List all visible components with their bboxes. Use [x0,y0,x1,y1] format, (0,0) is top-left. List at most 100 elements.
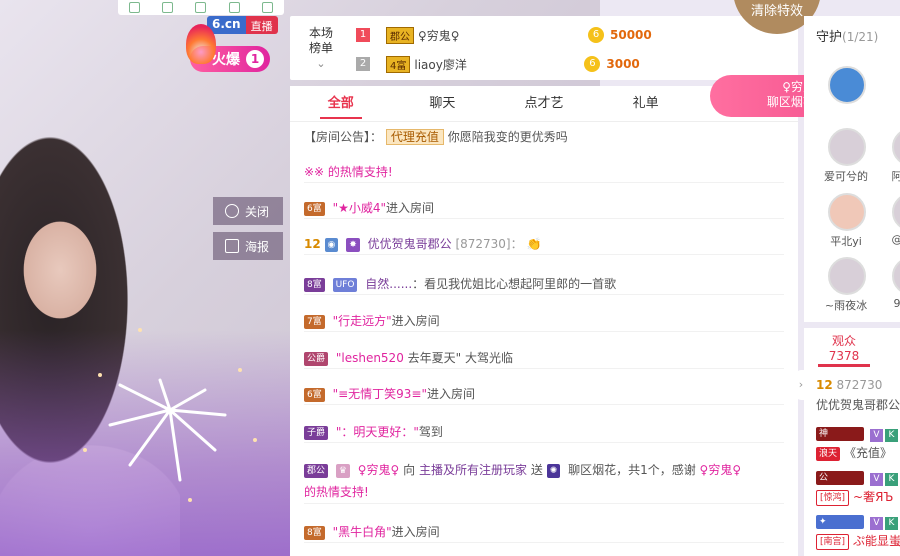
tab-chat[interactable]: 聊天 [392,86,494,121]
noble-badge: 神 [816,426,864,441]
avatar[interactable] [828,66,866,104]
firework-effect [83,328,257,502]
chat-text: 送 [530,463,543,477]
chat-text: 的热情支持! [304,485,369,499]
save-icon[interactable] [195,2,207,13]
audience-row[interactable]: ✦ V K [816,514,898,530]
shrink-icon[interactable] [162,2,174,13]
chat-user-name[interactable]: 优优贺鬼哥郡公 [368,237,452,251]
chat-panel: 全部 聊天 点才艺 礼单 活动 【房间公告】： 代理充值 你愿陪我变的更优秀吗 … [290,86,798,556]
chat-user-name[interactable]: "行走远方" [333,314,392,328]
chat-user-name[interactable]: "≡无情丁笑93≡" [333,387,427,401]
audience-row[interactable]: 公VK [816,470,898,486]
audience-user-name[interactable]: 《充值》 [844,446,892,460]
audience-row[interactable]: 12 872730 [816,378,882,392]
user-id: [872730]： [455,237,523,251]
chat-text: 进入房间 [391,525,440,539]
avatar[interactable] [892,257,900,295]
audience-user-name[interactable]: 优优贺鬼哥郡公 [816,396,900,413]
audience-panel: 观众 7378 12 872730 优优贺鬼哥郡公 神VK 浪天 《充值》 公VK… [804,328,900,556]
family-tag: 浪天 [816,446,841,461]
poster-button[interactable]: 海报 [213,232,283,260]
hot-count: 1 [246,50,264,68]
guardian-count: (1/21) [842,30,879,44]
chat-user-name[interactable]: "★小威4" [333,201,386,215]
chat-user-name[interactable]: 自然...... [365,277,412,291]
avatar[interactable] [828,257,866,295]
user-id: 872730 [836,378,883,392]
audience-row[interactable]: 神VK [816,426,898,442]
hot-badge[interactable]: 火爆 1 [186,24,270,72]
noble-badge: 郡公 [386,26,414,44]
chevron-right-icon[interactable]: › [796,370,806,400]
share-icon[interactable] [228,2,240,13]
list-item: 8富 "黑牛白角"进入房间 [304,522,784,543]
tablet-icon[interactable] [129,2,141,13]
chat-user-name[interactable]: ♀穷鬼♀ [358,463,400,477]
audience-tab[interactable]: 观众 7378 [818,334,870,367]
tab-all[interactable]: 全部 [290,86,392,121]
chat-user-name[interactable]: "leshen520 [336,351,404,365]
wealth-level-badge: 6富 [304,387,325,402]
audience-user-name[interactable]: ~奢ЯЪ [853,490,893,504]
agent-topup-link[interactable]: 代理充值 [385,129,444,145]
k-icon: K [885,429,898,442]
chat-text: 进入房间 [386,201,435,215]
gear-icon[interactable] [261,2,273,13]
notice-prefix: 【房间公告】： [304,130,383,144]
rank-row[interactable]: 1 郡公 ♀穷鬼♀ 6 50000 [356,24,786,46]
rank-number: 2 [356,57,370,71]
chat-user-name[interactable]: "黑牛白角" [333,525,392,539]
guardian-name[interactable]: @ [862,233,900,246]
wealth-level-badge: 8富 [304,525,325,540]
vip-icon: V [870,473,883,486]
chat-text: 进入房间 [391,314,440,328]
wealth-level-badge: 7富 [304,314,325,329]
chat-user-name[interactable]: ♀穷鬼♀ [700,463,742,477]
wealth-level-badge: 6富 [304,201,325,216]
rank-user-name[interactable]: liaoy廖洋 [414,56,584,73]
list-item: 郡公 ♛ ♀穷鬼♀ 向 主播及所有注册玩家 送 ✺ 聊区烟花，共1个，感谢 ♀穷… [304,459,784,504]
rank-row[interactable]: 2 4富 liaoy廖洋 6 3000 [356,53,786,75]
user-level: 12 [304,237,321,251]
close-label: 关闭 [245,204,270,219]
tab-talent[interactable]: 点才艺 [493,86,595,121]
guardian-panel: 守护(1/21) 爱可兮的 阿 平北yi @ ~雨夜冰 9 [804,16,900,322]
audience-user-name[interactable]: ぷ能显蚩 [853,534,900,548]
avatar[interactable] [828,193,866,231]
avatar[interactable] [892,193,900,231]
gift-text: 聊区烟花，共1个，感谢 [568,463,696,477]
ufo-badge: UFO [332,277,358,292]
audience-row: 浪天 《充值》 [816,444,892,461]
site-logo[interactable]: 6.cn 直播 [207,16,278,34]
medal-icon: ♛ [335,463,350,478]
noble-badge: 子爵 [304,425,329,440]
chat-user-name[interactable]: "：明天更好：" [336,425,419,439]
guardian-name[interactable]: 阿 [862,168,900,184]
poster-label: 海报 [245,239,270,254]
rank-value: 3000 [606,57,640,71]
image-icon [225,239,239,253]
list-item: 6富 "★小威4"进入房间 [304,198,784,219]
tab-gifts[interactable]: 礼单 [595,86,697,121]
close-video-button[interactable]: 关闭 [213,197,283,225]
list-item: 6富 "≡无情丁笑93≡"进入房间 [304,384,784,405]
session-ranking: 本场 榜单 ⌄ 1 郡公 ♀穷鬼♀ 6 50000 2 4富 liaoy廖洋 6… [290,16,798,80]
avatar[interactable] [828,128,866,166]
clap-emoji-icon: 👏 [526,237,542,251]
firework-gift-icon: ✺ [546,463,561,478]
hot-label: 火爆 [212,52,240,68]
audience-count: 7378 [828,349,860,363]
guardian-name[interactable]: 9 [862,297,900,310]
anchor-link[interactable]: 主播及所有注册玩家 [419,463,527,477]
list-item: ※※ 的热情支持! [304,162,784,183]
power-icon [225,204,239,218]
list-item: 子爵 "：明天更好："驾到 [304,422,784,443]
noble-badge: 公爵 [304,351,329,366]
rank-title[interactable]: 本场 榜单 ⌄ [304,26,338,71]
chevron-down-icon[interactable]: ⌄ [304,56,338,71]
list-item: 12 ◉ ✸ 优优贺鬼哥郡公 [872730]： 👏 [304,234,784,255]
rank-user-name[interactable]: ♀穷鬼♀ [418,27,588,44]
avatar[interactable] [892,128,900,166]
rank-number: 1 [356,28,370,42]
